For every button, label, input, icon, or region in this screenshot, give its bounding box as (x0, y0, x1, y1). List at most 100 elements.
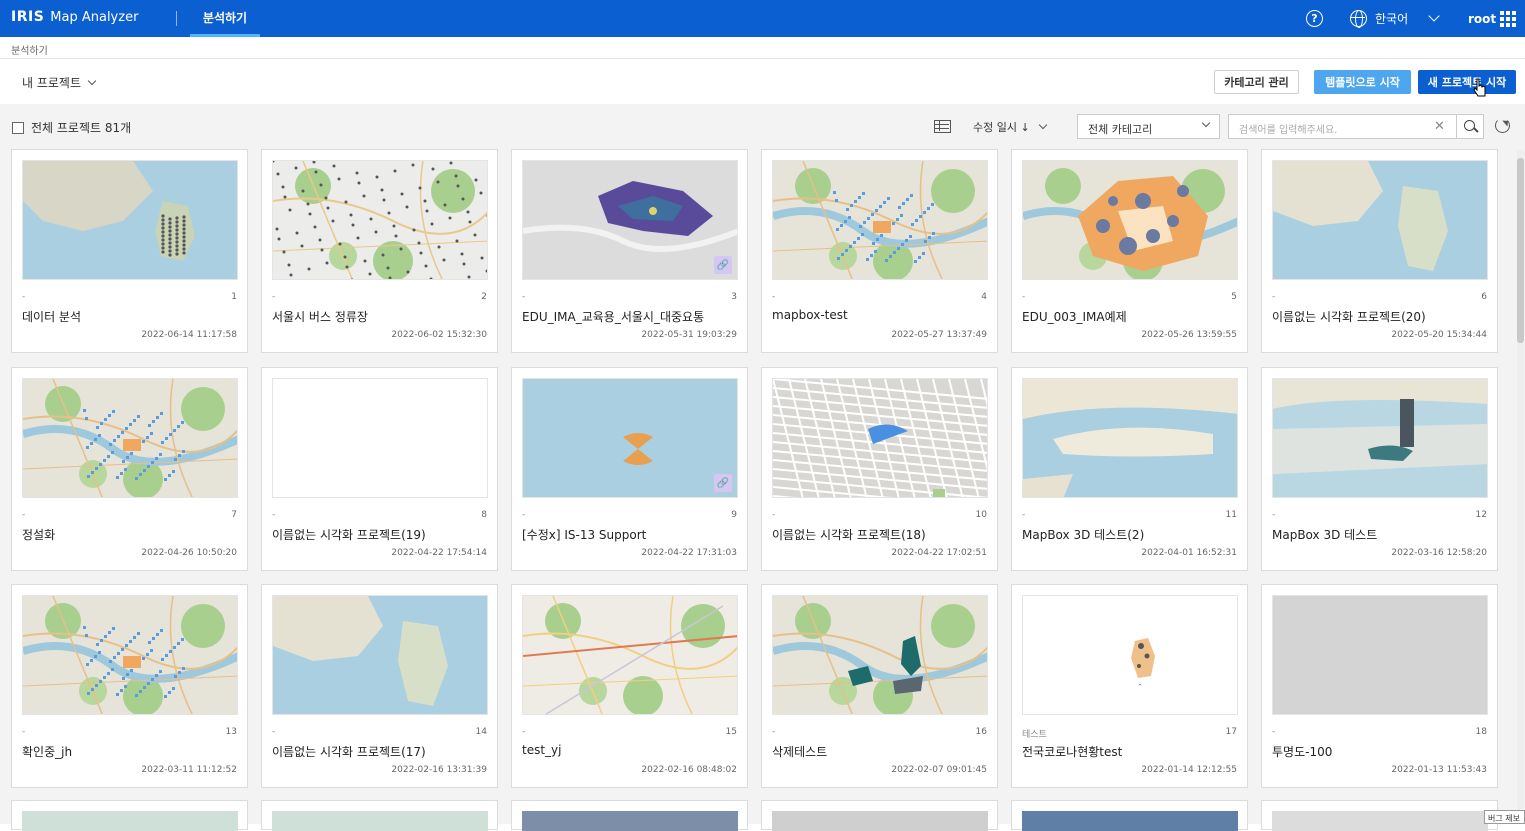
project-card[interactable]: - 4 mapbox-test 2022-05-27 13:37:49 (761, 149, 998, 353)
link-icon[interactable]: 🔗 (714, 256, 732, 274)
refresh-icon[interactable] (1495, 118, 1510, 133)
project-thumbnail[interactable] (1272, 595, 1488, 715)
project-thumbnail[interactable]: 🔗 (522, 378, 738, 498)
project-category: - (22, 292, 26, 302)
project-card[interactable]: - 6 이름없는 시각화 프로젝트(20) 2022-05-20 15:34:4… (1261, 149, 1498, 353)
nav-tab-analyze[interactable]: 분석하기 (190, 0, 260, 37)
project-name[interactable]: 서울시 버스 정류장 (272, 308, 368, 325)
project-number: 8 (481, 510, 487, 520)
project-thumbnail[interactable] (772, 160, 988, 280)
project-number: 6 (1481, 292, 1487, 302)
project-card-partial[interactable] (261, 800, 498, 831)
project-card[interactable]: - 11 MapBox 3D 테스트(2) 2022-04-01 16:52:3… (1011, 367, 1248, 571)
project-card[interactable]: - 12 MapBox 3D 테스트 2022-03-16 12:58:20 (1261, 367, 1498, 571)
select-all-checkbox[interactable] (12, 121, 24, 134)
project-name[interactable]: MapBox 3D 테스트(2) (1022, 526, 1144, 543)
project-card-partial[interactable] (11, 800, 248, 831)
link-icon[interactable]: 🔗 (714, 474, 732, 492)
project-number: 15 (725, 727, 737, 737)
breadcrumb: 분석하기 (0, 37, 1525, 59)
project-thumbnail[interactable]: ^ (1022, 595, 1238, 715)
project-card[interactable]: 🔗 - 9 [수정x] IS-13 Support 2022-04-22 17:… (511, 367, 748, 571)
project-category: - (1022, 292, 1026, 302)
project-scope-dropdown[interactable]: 내 프로젝트 (22, 74, 97, 91)
project-thumbnail[interactable] (22, 378, 238, 498)
project-card[interactable]: - 13 확인중_jh 2022-03-11 11:12:52 (11, 584, 248, 788)
project-name[interactable]: 확인중_jh (22, 743, 72, 760)
project-card[interactable]: - 14 이름없는 시각화 프로젝트(17) 2022-02-16 13:31:… (261, 584, 498, 788)
project-modified-date: 2022-04-22 17:02:51 (891, 548, 987, 558)
project-card[interactable]: - 10 이름없는 시각화 프로젝트(18) 2022-04-22 17:02:… (761, 367, 998, 571)
project-name[interactable]: [수정x] IS-13 Support (522, 526, 646, 543)
project-thumbnail[interactable] (772, 595, 988, 715)
project-name[interactable]: 이름없는 시각화 프로젝트(20) (1272, 308, 1426, 325)
project-card[interactable]: ^ 테스트 17 전국코로나현황test 2022-01-14 12:12:55 (1011, 584, 1248, 788)
project-name[interactable]: mapbox-test (772, 308, 848, 322)
project-name[interactable]: 전국코로나현황test (1022, 743, 1122, 760)
project-card-partial[interactable] (1261, 800, 1498, 831)
project-card[interactable]: 🔗 - 3 EDU_IMA_교육용_서울시_대중요통 2022-05-31 19… (511, 149, 748, 353)
project-name[interactable]: MapBox 3D 테스트 (1272, 526, 1377, 543)
search-input[interactable]: 검색어를 입력해주세요. (1239, 121, 1337, 136)
project-thumbnail[interactable] (272, 160, 488, 280)
project-thumbnail[interactable]: 🔗 (522, 160, 738, 280)
project-card[interactable]: - 18 투명도-100 2022-01-13 11:53:43 (1261, 584, 1498, 788)
project-name[interactable]: 데이터 분석 (22, 308, 81, 325)
project-name[interactable]: 투명도-100 (1272, 743, 1332, 760)
category-manage-button[interactable]: 카테고리 관리 (1214, 70, 1299, 94)
project-name[interactable]: test_yj (522, 743, 561, 757)
project-number: 3 (731, 292, 737, 302)
project-name[interactable]: EDU_IMA_교육용_서울시_대중요통 (522, 308, 704, 325)
project-card[interactable]: - 7 정설화 2022-04-26 10:50:20 (11, 367, 248, 571)
project-modified-date: 2022-04-22 17:54:14 (391, 548, 487, 558)
project-card[interactable]: - 15 test_yj 2022-02-16 08:48:02 (511, 584, 748, 788)
project-number: 17 (1225, 727, 1237, 737)
help-icon[interactable]: ? (1306, 10, 1323, 27)
project-thumbnail[interactable] (522, 595, 738, 715)
project-thumbnail[interactable] (1022, 378, 1238, 498)
project-card-partial[interactable] (511, 800, 748, 831)
project-modified-date: 2022-02-07 09:01:45 (891, 765, 987, 775)
start-from-template-button[interactable]: 템플릿으로 시작 (1314, 70, 1411, 94)
project-thumbnail[interactable] (272, 595, 488, 715)
project-name[interactable]: 이름없는 시각화 프로젝트(18) (772, 526, 926, 543)
project-thumbnail[interactable] (1272, 160, 1488, 280)
project-name[interactable]: EDU_003_IMA예제 (1022, 308, 1127, 325)
project-thumbnail[interactable] (1272, 378, 1488, 498)
project-card[interactable]: - 5 EDU_003_IMA예제 2022-05-26 13:59:55 (1011, 149, 1248, 353)
project-modified-date: 2022-04-26 10:50:20 (141, 548, 237, 558)
project-thumbnail[interactable] (772, 378, 988, 498)
project-thumbnail[interactable] (22, 595, 238, 715)
select-all[interactable]: 전체 프로젝트 81개 (12, 119, 131, 136)
project-card[interactable]: - 16 삭제테스트 2022-02-07 09:01:45 (761, 584, 998, 788)
project-thumbnail[interactable] (22, 160, 238, 280)
project-card-partial[interactable] (761, 800, 998, 831)
project-card[interactable]: - 1 데이터 분석 2022-06-14 11:17:58 (11, 149, 248, 353)
project-card[interactable]: - 2 서울시 버스 정류장 2022-06-02 15:32:30 (261, 149, 498, 353)
search-icon[interactable] (1456, 115, 1484, 138)
project-category: - (522, 727, 526, 737)
project-name[interactable]: 정설화 (22, 526, 55, 543)
apps-grid-icon[interactable] (1500, 11, 1516, 27)
new-project-button[interactable]: 새 프로젝트 시작 (1418, 70, 1516, 94)
sort-dropdown[interactable]: 수정 일시 ↓ (973, 119, 1047, 135)
app-name: Map Analyzer (50, 9, 139, 25)
category-filter-select[interactable]: 전체 카테고리 (1077, 114, 1220, 139)
project-card-partial[interactable] (1011, 800, 1248, 831)
project-thumbnail[interactable] (1022, 160, 1238, 280)
chevron-down-icon[interactable] (1428, 10, 1440, 22)
language-selector[interactable]: 한국어 (1350, 10, 1408, 28)
search-box[interactable]: 검색어를 입력해주세요. ✕ (1228, 114, 1484, 139)
list-view-icon[interactable] (934, 120, 951, 133)
clear-search-icon[interactable]: ✕ (1434, 119, 1445, 134)
category-filter-value: 전체 카테고리 (1088, 123, 1153, 136)
app-logo[interactable]: IRIS Map Analyzer (11, 9, 138, 25)
project-name[interactable]: 삭제테스트 (772, 743, 827, 760)
bug-report-button[interactable]: 버그 제보 (1484, 810, 1525, 824)
project-name[interactable]: 이름없는 시각화 프로젝트(19) (272, 526, 426, 543)
scrollbar-thumb[interactable] (1517, 158, 1524, 343)
project-card[interactable]: - 8 이름없는 시각화 프로젝트(19) 2022-04-22 17:54:1… (261, 367, 498, 571)
project-name[interactable]: 이름없는 시각화 프로젝트(17) (272, 743, 426, 760)
user-name[interactable]: root (1468, 12, 1496, 26)
project-thumbnail[interactable] (272, 378, 488, 498)
